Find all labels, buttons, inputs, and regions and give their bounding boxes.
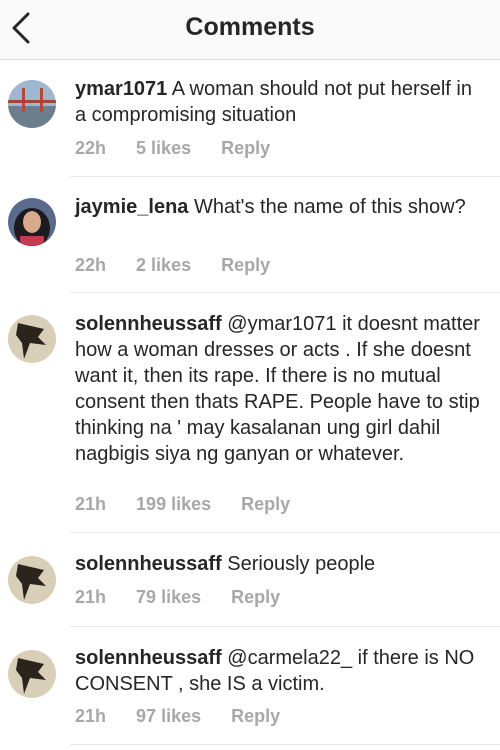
avatar[interactable] [8, 556, 56, 604]
comment-text: jaymie_lena What's the name of this show… [75, 194, 485, 220]
comment-time: 22h [75, 138, 107, 158]
comment-likes[interactable]: 79 likes [136, 587, 201, 607]
comment-time: 21h [75, 706, 107, 726]
comment-text: solennheussaff @carmela22_ if there is N… [75, 645, 485, 697]
divider [70, 292, 500, 293]
comment-meta: 21h 97 likes Reply [75, 706, 305, 727]
comment-text: ymar1071 A woman should not put herself … [75, 76, 485, 128]
comment-likes[interactable]: 2 likes [136, 255, 191, 275]
comment-meta: 21h 79 likes Reply [75, 587, 305, 608]
comment-likes[interactable]: 199 likes [136, 494, 211, 514]
reply-button[interactable]: Reply [241, 494, 290, 514]
avatar[interactable] [8, 80, 56, 128]
page-title: Comments [185, 13, 315, 41]
comment-mention[interactable]: @ymar1071 [227, 313, 336, 335]
avatar[interactable] [8, 315, 56, 363]
comment-likes[interactable]: 5 likes [136, 138, 191, 158]
divider [70, 532, 500, 533]
header-bar: Comments [0, 0, 500, 60]
avatar[interactable] [8, 198, 56, 246]
reply-button[interactable]: Reply [221, 138, 270, 158]
comment-time: 22h [75, 255, 107, 275]
comment-username[interactable]: jaymie_lena [75, 196, 188, 218]
reply-button[interactable]: Reply [231, 706, 280, 726]
comment-body: Seriously people [227, 553, 376, 575]
comment-meta: 22h 2 likes Reply [75, 255, 295, 276]
divider [70, 176, 500, 177]
divider [70, 744, 500, 745]
comment-username[interactable]: solennheussaff [75, 553, 222, 575]
comment-meta: 21h 199 likes Reply [75, 494, 315, 515]
comment-time: 21h [75, 494, 107, 514]
comment-likes[interactable]: 97 likes [136, 706, 201, 726]
comment-text: solennheussaff @ymar1071 it doesnt matte… [75, 311, 485, 467]
comment-username[interactable]: ymar1071 [75, 78, 167, 100]
divider [70, 626, 500, 627]
avatar[interactable] [8, 650, 56, 698]
reply-button[interactable]: Reply [221, 255, 270, 275]
comment-username[interactable]: solennheussaff [75, 647, 222, 669]
reply-button[interactable]: Reply [231, 587, 280, 607]
comment-body: it doesnt matter how a woman dresses or … [75, 313, 480, 465]
comment-time: 21h [75, 587, 107, 607]
comment-text: solennheussaff Seriously people [75, 551, 485, 577]
comment-meta: 22h 5 likes Reply [75, 138, 295, 159]
comment-body: What's the name of this show? [193, 196, 466, 218]
comment-username[interactable]: solennheussaff [75, 313, 222, 335]
comment-mention[interactable]: @carmela22_ [227, 647, 352, 669]
